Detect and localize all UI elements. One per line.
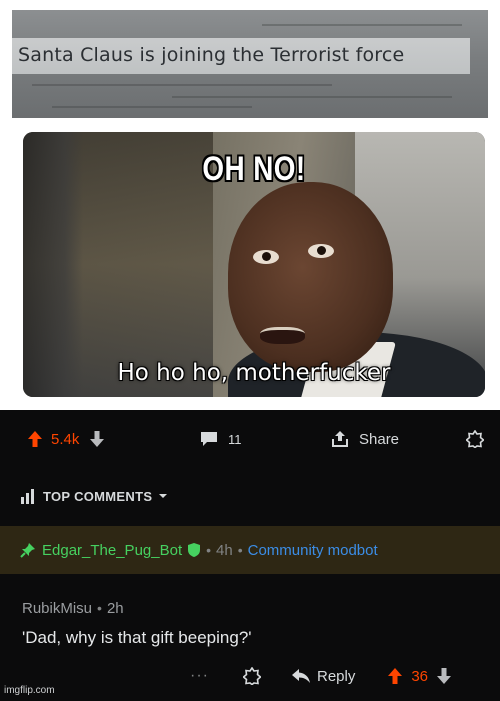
separator-dot: • <box>237 542 243 558</box>
texture-streak <box>52 106 252 108</box>
shield-icon <box>187 542 201 558</box>
comment-meta: RubikMisu • 2h <box>22 598 124 618</box>
sort-dropdown[interactable]: TOP COMMENTS <box>19 486 168 506</box>
meme-top-text: OH NO! <box>202 150 306 188</box>
more-options-button[interactable]: ··· <box>190 667 209 685</box>
comment-body: 'Dad, why is that gift beeping?' <box>22 628 252 647</box>
face <box>228 182 393 372</box>
comment-time: 2h <box>106 599 124 617</box>
arrow-down-icon[interactable] <box>436 667 452 685</box>
watermark: imgflip.com <box>4 685 55 696</box>
share-label: Share <box>359 430 400 448</box>
arrow-up-icon[interactable] <box>387 667 403 685</box>
award-icon[interactable] <box>242 667 261 685</box>
award-button[interactable] <box>466 427 484 451</box>
comment-bubble-icon <box>200 431 218 447</box>
pin-icon <box>20 542 36 558</box>
reply-icon <box>291 668 311 684</box>
left-eye <box>253 250 279 264</box>
pinned-username[interactable]: Edgar_The_Pug_Bot <box>42 542 182 559</box>
meme-image: OH NO! Ho ho ho, motherfucker <box>23 132 485 397</box>
killfeed-text: Santa Claus is joining the Terrorist for… <box>18 44 405 66</box>
sort-bars-icon <box>19 487 37 505</box>
comments-button[interactable]: 11 <box>200 427 242 451</box>
mouth <box>260 327 305 344</box>
pinned-time: 4h <box>216 541 233 559</box>
comment-actions: ··· Reply 36 <box>190 664 452 688</box>
texture-streak <box>262 24 462 26</box>
pinned-comment-meta: Edgar_The_Pug_Bot • 4h • Community modbo… <box>20 539 378 561</box>
comment-score: 36 <box>411 667 429 685</box>
comment-username[interactable]: RubikMisu <box>22 600 92 617</box>
right-eye <box>308 244 334 258</box>
sort-label: TOP COMMENTS <box>43 488 153 504</box>
post-score: 5.4k <box>51 430 80 448</box>
share-icon <box>331 430 349 448</box>
award-icon <box>466 430 484 448</box>
share-button[interactable]: Share <box>331 427 399 451</box>
chevron-down-icon <box>158 492 168 500</box>
killfeed-panel: Santa Claus is joining the Terrorist for… <box>12 10 488 118</box>
separator-dot: • <box>206 542 212 558</box>
user-flair: Community modbot <box>247 541 378 559</box>
texture-streak <box>32 84 332 86</box>
comment-vote-group: 36 <box>387 667 452 685</box>
comments-count: 11 <box>228 431 242 447</box>
reply-button[interactable]: Reply <box>291 668 355 685</box>
reply-label: Reply <box>316 667 356 685</box>
texture-streak <box>172 96 452 98</box>
post-vote-group: 5.4k <box>27 427 105 451</box>
arrow-down-icon[interactable] <box>89 430 105 448</box>
reddit-post-footer: 5.4k 11 Share TOP COMMENTS Edgar_The_Pug… <box>0 410 500 701</box>
subtitle-caption: Ho ho ho, motherfucker <box>117 360 391 386</box>
separator-dot: • <box>97 600 102 616</box>
arrow-up-icon[interactable] <box>27 430 43 448</box>
